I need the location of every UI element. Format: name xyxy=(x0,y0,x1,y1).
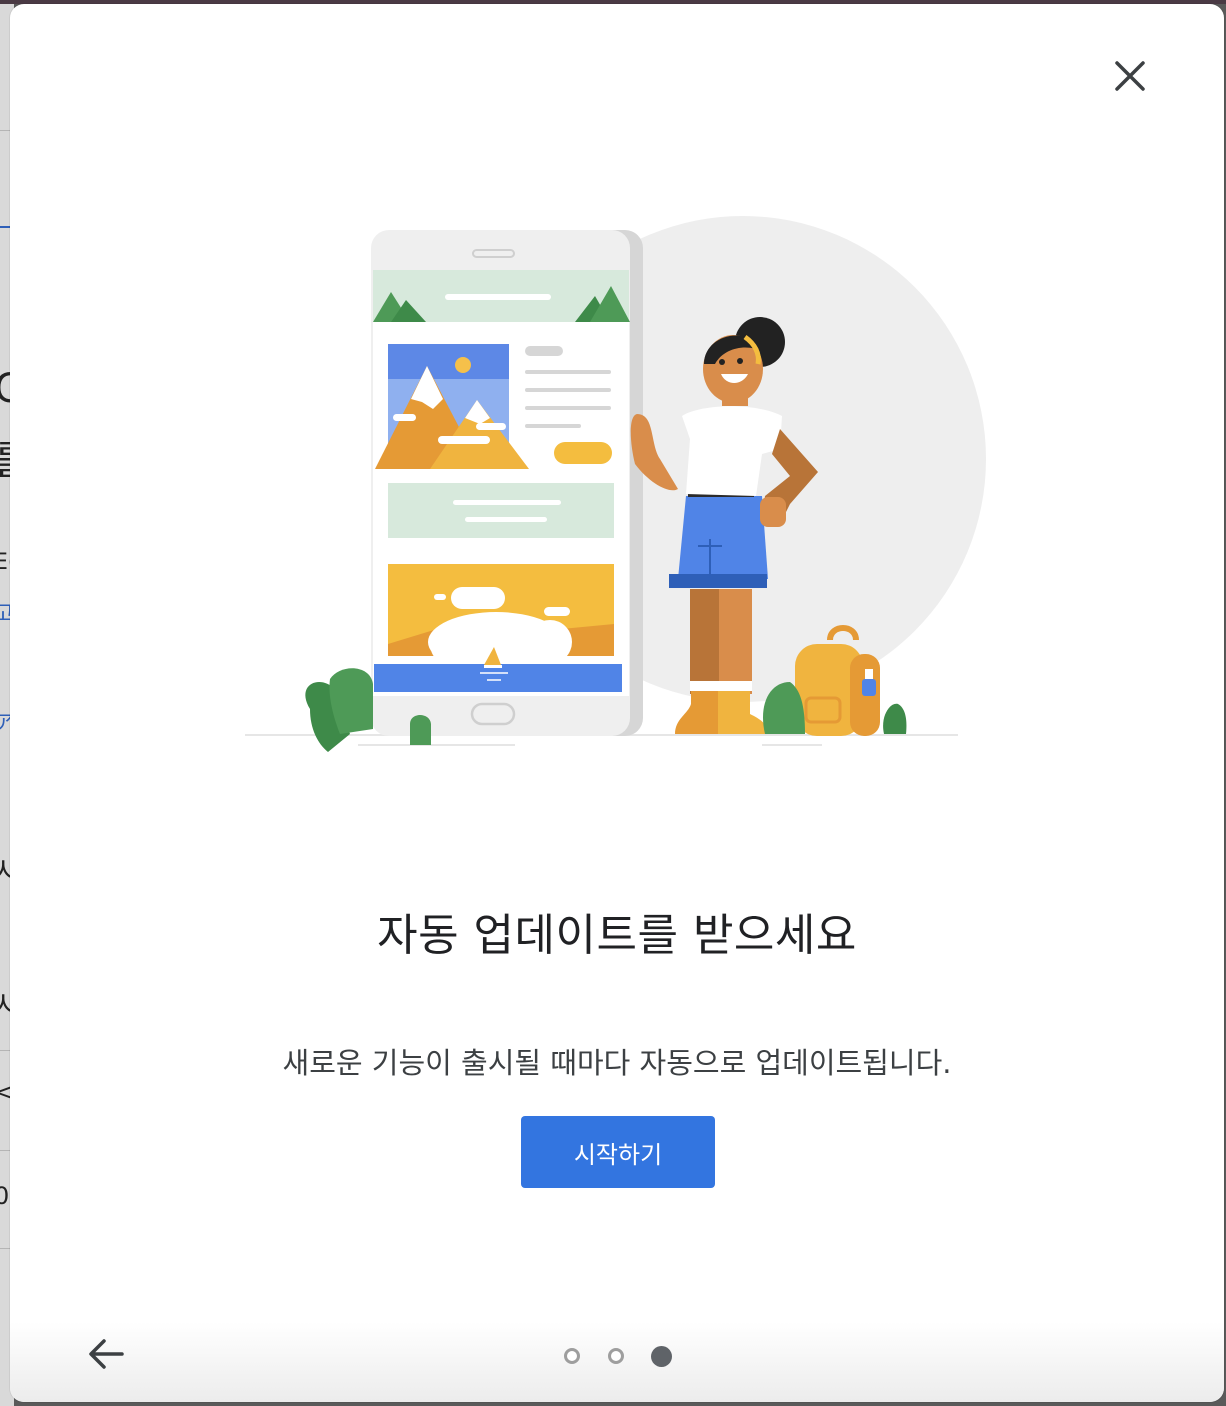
onboarding-dialog: 자동 업데이트를 받으세요 새로운 기능이 출시될 때마다 자동으로 업데이트됩… xyxy=(10,4,1224,1402)
dialog-title: 자동 업데이트를 받으세요 xyxy=(377,910,857,961)
phone-with-person-illustration xyxy=(245,216,986,752)
dialog-description: 새로운 기능이 출시될 때마다 자동으로 업데이트됩니다. xyxy=(282,1046,952,1080)
page-dot-1[interactable] xyxy=(564,1348,580,1364)
close-icon xyxy=(1115,61,1145,91)
close-button[interactable] xyxy=(1108,54,1152,98)
arrow-back-icon xyxy=(89,1339,124,1369)
back-button[interactable] xyxy=(82,1330,130,1378)
page-dot-2[interactable] xyxy=(608,1348,624,1364)
page-dot-3-active[interactable] xyxy=(651,1346,672,1367)
pagination-dots xyxy=(564,1346,684,1370)
start-button[interactable]: 시작하기 xyxy=(521,1116,715,1188)
